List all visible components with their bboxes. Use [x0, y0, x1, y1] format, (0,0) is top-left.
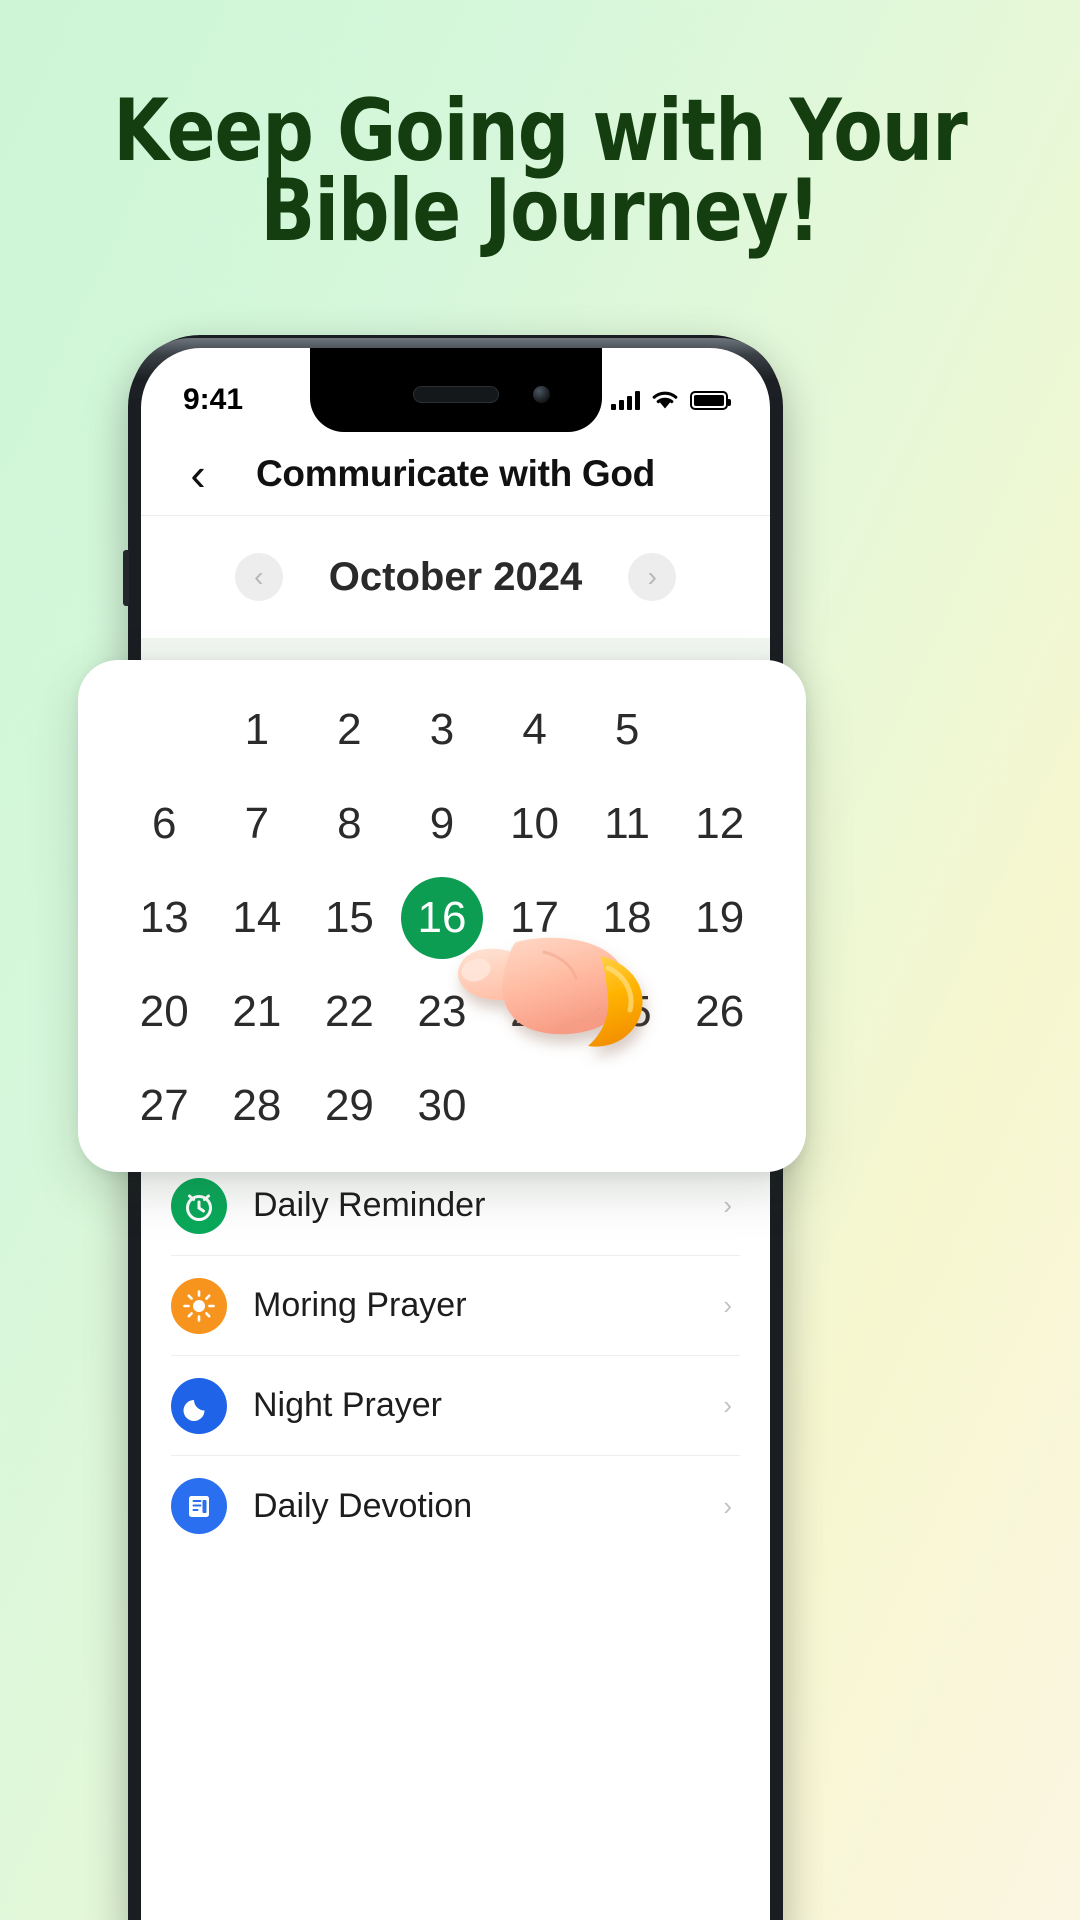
- popup-day[interactable]: 29: [303, 1074, 396, 1138]
- cellular-signal-icon: [611, 390, 640, 410]
- popup-day[interactable]: 9: [396, 792, 489, 856]
- next-month-button[interactable]: ›: [628, 553, 677, 601]
- headline-line-2: Bible Journey!: [260, 160, 820, 261]
- list-item[interactable]: Moring Prayer ›: [171, 1256, 740, 1356]
- nav-bar: ‹ Commuricate with God: [141, 432, 770, 516]
- calendar-popup-overlay[interactable]: 1 2 3 4 5 6 7 8 9 10 11 12 13 14 15 16 17 18 19 20 21 22 23 24 2…: [78, 660, 806, 1172]
- calendar-month-label: October 2024: [328, 554, 583, 599]
- front-camera-icon: [532, 386, 550, 403]
- status-time: 9:41: [183, 383, 244, 416]
- popup-day[interactable]: 10: [488, 792, 581, 856]
- chevron-right-icon: ›: [723, 1290, 732, 1320]
- popup-day[interactable]: 24: [488, 980, 581, 1044]
- popup-day[interactable]: 22: [303, 980, 396, 1044]
- page-title: Commuricate with God: [256, 452, 655, 494]
- popup-day[interactable]: 27: [118, 1074, 211, 1138]
- popup-day[interactable]: 17: [488, 886, 581, 950]
- popup-day[interactable]: 21: [211, 980, 304, 1044]
- popup-day-selected[interactable]: 16: [396, 886, 489, 950]
- popup-day[interactable]: 30: [396, 1074, 489, 1138]
- popup-day[interactable]: 28: [211, 1074, 304, 1138]
- list-item-label: Moring Prayer: [253, 1286, 467, 1324]
- popup-day[interactable]: 14: [211, 886, 304, 950]
- list-item[interactable]: Daily Devotion ›: [171, 1456, 740, 1556]
- popup-day[interactable]: 4: [488, 698, 581, 762]
- popup-day[interactable]: 11: [581, 792, 674, 856]
- list-item-label: Daily Reminder: [253, 1186, 486, 1224]
- popup-day[interactable]: 19: [673, 886, 766, 950]
- popup-day[interactable]: 6: [118, 792, 211, 856]
- popup-day[interactable]: 25: [581, 980, 674, 1044]
- list-item-label: Night Prayer: [253, 1386, 442, 1424]
- list-item-label: Daily Devotion: [253, 1486, 473, 1525]
- calendar-header: ‹ October 2024 ›: [141, 516, 770, 638]
- popup-day[interactable]: 26: [673, 980, 766, 1044]
- phone-notch: [309, 348, 602, 432]
- status-icons: [611, 390, 731, 411]
- earpiece-speaker: [412, 386, 499, 403]
- popup-day[interactable]: 7: [211, 792, 304, 856]
- back-chevron-icon[interactable]: ‹: [175, 451, 221, 497]
- promo-headline: Keep Going with Your Bible Journey!: [38, 88, 1042, 261]
- book-icon: [171, 1478, 227, 1534]
- popup-day[interactable]: 12: [673, 792, 766, 856]
- alarm-clock-icon: [171, 1177, 227, 1234]
- popup-day[interactable]: 3: [396, 698, 489, 762]
- battery-full-icon: [690, 390, 731, 410]
- popup-day[interactable]: 13: [118, 886, 211, 950]
- wifi-icon: [652, 391, 678, 408]
- popup-day[interactable]: 5: [581, 698, 674, 762]
- popup-day[interactable]: 20: [118, 980, 211, 1044]
- sun-icon: [171, 1277, 227, 1334]
- popup-day[interactable]: 23: [396, 980, 489, 1044]
- popup-day[interactable]: 15: [303, 886, 396, 950]
- list-item[interactable]: Night Prayer ›: [171, 1356, 740, 1456]
- popup-day[interactable]: 8: [303, 792, 396, 856]
- chevron-right-icon: ›: [723, 1390, 732, 1420]
- popup-day[interactable]: 2: [303, 698, 396, 762]
- prev-month-button[interactable]: ‹: [234, 553, 283, 601]
- popup-day[interactable]: 1: [211, 698, 304, 762]
- phone-side-button: [123, 550, 129, 606]
- chevron-right-icon: ›: [723, 1190, 732, 1220]
- reminder-list: Daily Reminder › Moring Prayer › Night P…: [141, 1156, 770, 1556]
- popup-day[interactable]: 18: [581, 886, 674, 950]
- popup-calendar-grid: 1 2 3 4 5 6 7 8 9 10 11 12 13 14 15 16 17 18 19 20 21 22 23 24 2…: [118, 698, 766, 1142]
- moon-icon: [171, 1377, 227, 1434]
- chevron-right-icon: ›: [723, 1490, 732, 1521]
